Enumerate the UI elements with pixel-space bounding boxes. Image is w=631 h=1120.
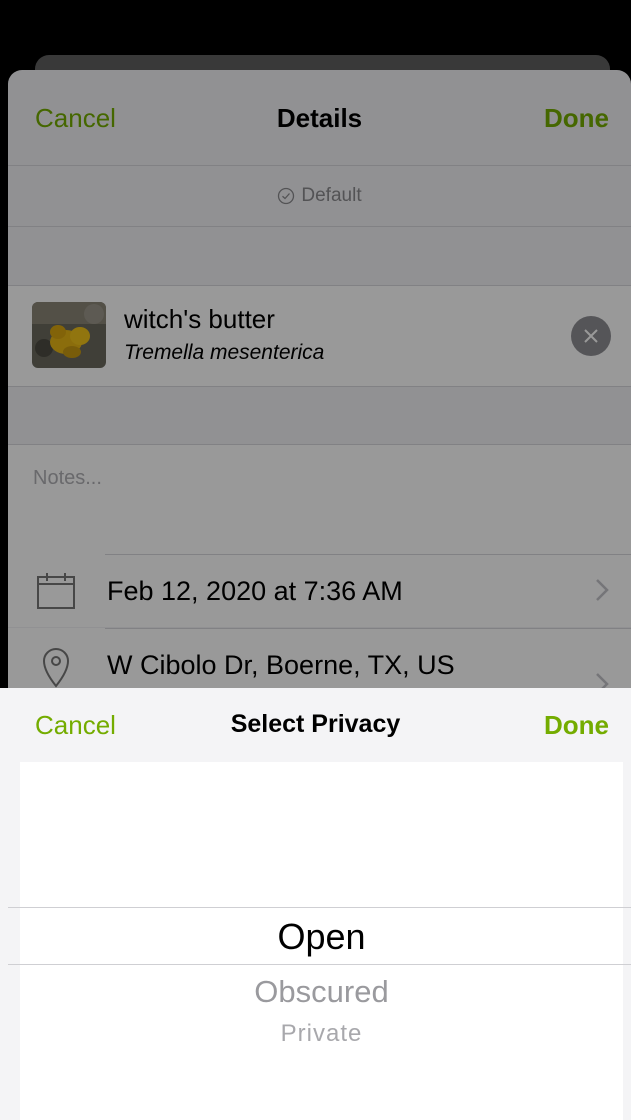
- picker-done-button[interactable]: Done: [544, 710, 609, 741]
- picker-option-open[interactable]: Open: [20, 916, 623, 958]
- privacy-picker-panel: Cancel Select Privacy Done Open Obscured…: [0, 688, 631, 1120]
- privacy-picker-wheel[interactable]: Open Obscured Private: [8, 762, 631, 1120]
- dim-overlay[interactable]: [0, 0, 631, 688]
- picker-option-private[interactable]: Private: [20, 1020, 623, 1048]
- picker-title: Select Privacy: [230, 710, 401, 738]
- picker-toolbar: Cancel Select Privacy Done: [0, 688, 631, 760]
- picker-option-obscured[interactable]: Obscured: [20, 974, 623, 1010]
